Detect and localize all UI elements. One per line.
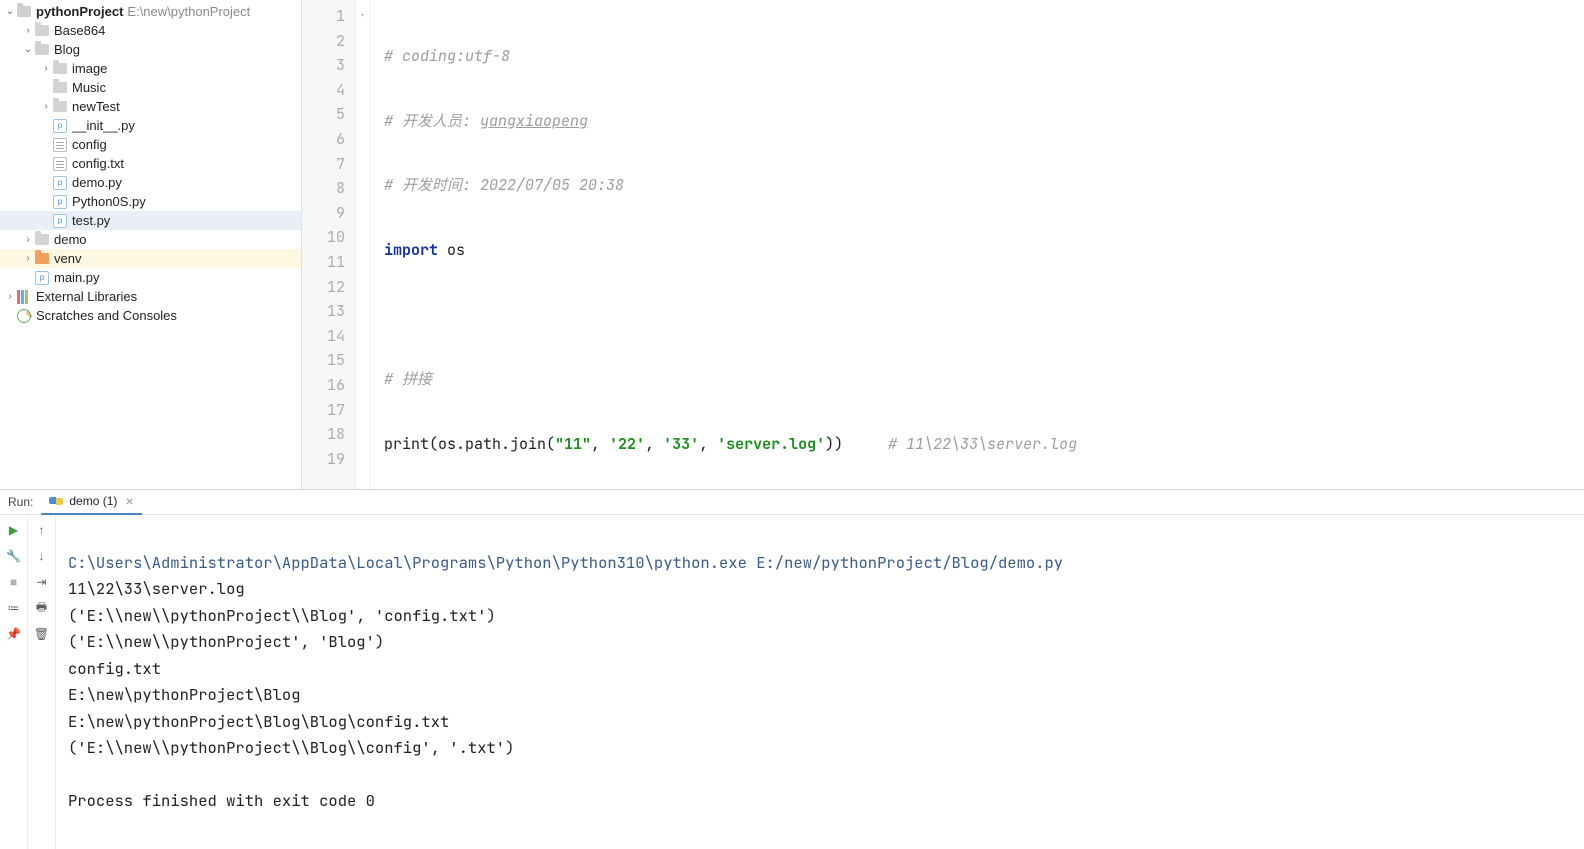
tree-label: test.py <box>72 211 110 230</box>
tree-file-main[interactable]: p main.py <box>0 268 301 287</box>
chevron-down-icon[interactable]: ⌄ <box>4 2 16 21</box>
up-icon[interactable]: ↑ <box>33 521 51 539</box>
code-text: os <box>438 240 465 260</box>
project-tree[interactable]: ⌄ pythonProject E:\new\pythonProject › B… <box>0 0 302 489</box>
python-file-icon: p <box>35 271 49 285</box>
code-text: # coding:utf-8 <box>384 46 510 66</box>
rerun-icon[interactable]: ▶ <box>5 521 23 539</box>
tree-label: Music <box>72 78 106 97</box>
tree-folder-image[interactable]: › image <box>0 59 301 78</box>
code-editor[interactable]: 12345678910111213141516171819 ▾ # coding… <box>302 0 1584 489</box>
python-file-icon: p <box>53 214 67 228</box>
chevron-right-icon[interactable]: › <box>40 59 52 78</box>
tree-label: Base864 <box>54 21 105 40</box>
chevron-right-icon[interactable]: › <box>22 21 34 40</box>
chevron-right-icon[interactable]: › <box>22 249 34 268</box>
run-panel: Run: demo (1) × ▶ 🔧 ■ ≔ 📌 ↑ ↓ ⇥ 🖶 🗑 C:\U… <box>0 490 1584 848</box>
python-icon <box>49 494 63 508</box>
console-line: E:\new\pythonProject\Blog <box>68 684 301 705</box>
layout-icon[interactable]: ≔ <box>5 599 23 617</box>
console-line: 11\22\33\server.log <box>68 578 245 599</box>
code-text: yangxiaopeng <box>480 111 588 131</box>
code-text: print(os.path.join( <box>384 434 555 454</box>
tree-label: venv <box>54 249 81 268</box>
console-line: config.txt <box>68 658 161 679</box>
close-icon[interactable]: × <box>125 493 133 509</box>
tree-label: External Libraries <box>36 287 137 306</box>
fold-column[interactable]: ▾ <box>356 0 370 489</box>
tree-label: newTest <box>72 97 120 116</box>
stop-icon[interactable]: ■ <box>5 573 23 591</box>
console-line: E:\new\pythonProject\Blog\Blog\config.tx… <box>68 711 449 732</box>
tree-label: config.txt <box>72 154 124 173</box>
down-icon[interactable]: ↓ <box>33 547 51 565</box>
chevron-down-icon[interactable]: ⌄ <box>22 40 34 59</box>
tree-file-testpy[interactable]: p test.py <box>0 211 301 230</box>
run-toolbar-left2: ↑ ↓ ⇥ 🖶 🗑 <box>28 515 56 849</box>
run-tab-label: demo (1) <box>69 494 117 508</box>
run-header: Run: demo (1) × <box>0 490 1584 515</box>
run-label: Run: <box>0 495 41 509</box>
python-file-icon: p <box>53 119 67 133</box>
file-icon <box>53 138 67 152</box>
fold-marker-icon[interactable]: ▾ <box>356 4 369 29</box>
project-path: E:\new\pythonProject <box>127 2 250 21</box>
chevron-right-icon[interactable]: › <box>4 287 16 306</box>
trash-icon[interactable]: 🗑 <box>33 625 51 643</box>
code-comment: # 拼接 <box>384 369 432 389</box>
chevron-right-icon[interactable]: › <box>22 230 34 249</box>
tree-file-demo[interactable]: p demo.py <box>0 173 301 192</box>
scratches-icon <box>17 309 31 323</box>
wrap-icon[interactable]: ⇥ <box>33 573 51 591</box>
chevron-right-icon[interactable]: › <box>40 97 52 116</box>
tree-folder-newtest[interactable]: › newTest <box>0 97 301 116</box>
python-file-icon: p <box>53 176 67 190</box>
tree-label: demo.py <box>72 173 122 192</box>
console-output[interactable]: C:\Users\Administrator\AppData\Local\Pro… <box>56 515 1584 849</box>
text-file-icon <box>53 157 67 171</box>
tree-label: Python0S.py <box>72 192 146 211</box>
tree-folder-demo[interactable]: › demo <box>0 230 301 249</box>
code-text: # 开发人员: <box>384 111 480 131</box>
tree-label: config <box>72 135 107 154</box>
console-line: ('E:\\new\\pythonProject\\Blog\\config',… <box>68 737 514 758</box>
tree-scratches[interactable]: Scratches and Consoles <box>0 306 301 325</box>
tree-label: Blog <box>54 40 80 59</box>
tree-project-root[interactable]: ⌄ pythonProject E:\new\pythonProject <box>0 2 301 21</box>
console-line: ('E:\\new\\pythonProject', 'Blog') <box>68 631 384 652</box>
tree-file-init[interactable]: p __init__.py <box>0 116 301 135</box>
tree-label: Scratches and Consoles <box>36 306 177 325</box>
tree-file-configtxt[interactable]: config.txt <box>0 154 301 173</box>
tree-label: __init__.py <box>72 116 135 135</box>
print-icon[interactable]: 🖶 <box>33 599 51 617</box>
tree-label: image <box>72 59 107 78</box>
run-tab[interactable]: demo (1) × <box>41 490 141 515</box>
tree-external-libraries[interactable]: › External Libraries <box>0 287 301 306</box>
tree-folder-venv[interactable]: › venv <box>0 249 301 268</box>
code-keyword: import <box>384 240 438 260</box>
code-text: # 开发时间: 2022/07/05 20:38 <box>384 175 624 195</box>
tree-folder-music[interactable]: · Music <box>0 78 301 97</box>
tree-label: demo <box>54 230 87 249</box>
tree-folder-blog[interactable]: ⌄ Blog <box>0 40 301 59</box>
tree-folder-base864[interactable]: › Base864 <box>0 21 301 40</box>
pin-icon[interactable]: 📌 <box>5 625 23 643</box>
wrench-icon[interactable]: 🔧 <box>5 547 23 565</box>
line-gutter: 12345678910111213141516171819 <box>302 0 356 489</box>
console-line: C:\Users\Administrator\AppData\Local\Pro… <box>68 552 1063 573</box>
console-line: Process finished with exit code 0 <box>68 790 375 811</box>
project-name: pythonProject <box>36 2 123 21</box>
run-toolbar-left: ▶ 🔧 ■ ≔ 📌 <box>0 515 28 849</box>
tree-file-config[interactable]: config <box>0 135 301 154</box>
console-line: ('E:\\new\\pythonProject\\Blog', 'config… <box>68 605 496 626</box>
tree-file-pythonos[interactable]: p Python0S.py <box>0 192 301 211</box>
python-file-icon: p <box>53 195 67 209</box>
libraries-icon <box>17 290 31 304</box>
tree-label: main.py <box>54 268 100 287</box>
code-area[interactable]: # coding:utf-8 # 开发人员: yangxiaopeng # 开发… <box>370 0 1584 489</box>
